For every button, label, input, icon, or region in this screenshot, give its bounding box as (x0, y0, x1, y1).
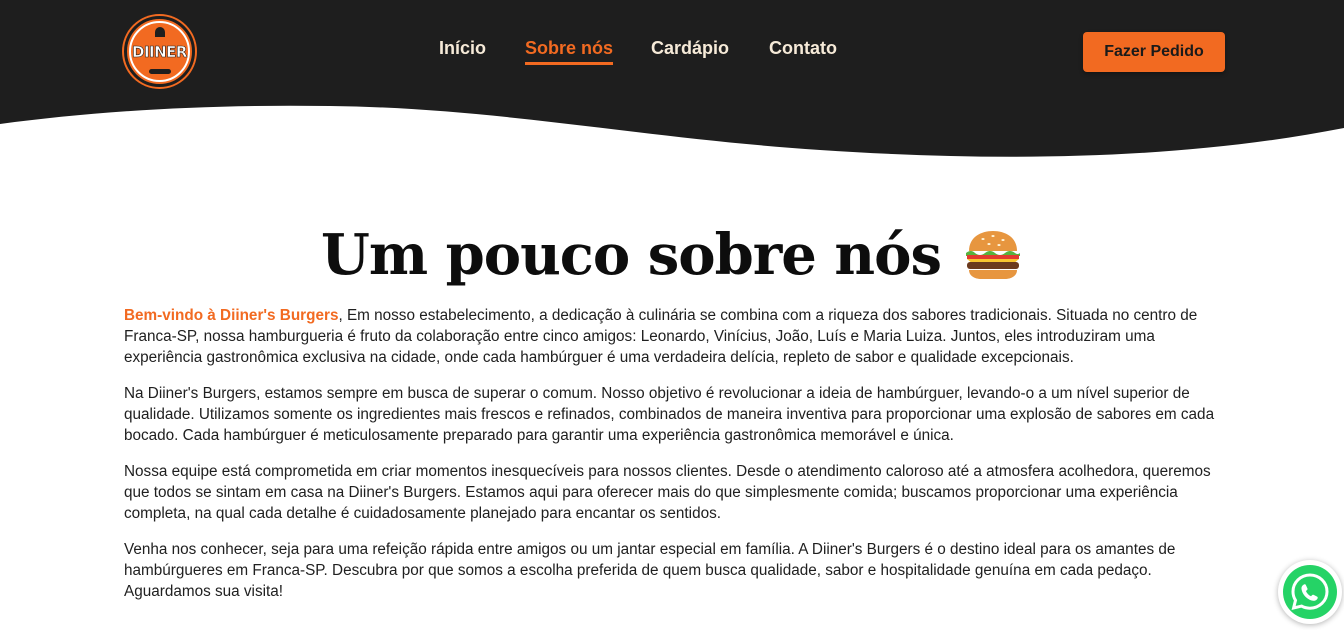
order-button[interactable]: Fazer Pedido (1083, 32, 1225, 72)
logo-plate-icon (148, 69, 171, 74)
paragraph-intro: Bem-vindo à Diiner's Burgers, Em nosso e… (124, 305, 1220, 368)
nav-item-cardapio[interactable]: Cardápio (651, 38, 729, 59)
logo-text: DIINER (132, 42, 188, 61)
logo-badge: DIINER (129, 21, 190, 82)
title-row: Um pouco sobre nós (0, 222, 1344, 288)
logo[interactable]: DIINER (124, 16, 195, 87)
paragraph-2: Na Diiner's Burgers, estamos sempre em b… (124, 385, 1215, 444)
site-header: DIINER Início Sobre nós Cardápio Contato… (0, 0, 1344, 160)
burger-icon (966, 231, 1020, 279)
nav-item-contato[interactable]: Contato (769, 38, 837, 59)
paragraph-4: Venha nos conhecer, seja para uma refeiç… (124, 541, 1176, 600)
header-wave-background (0, 0, 1344, 157)
page-title: Um pouco sobre nós (320, 222, 942, 288)
whatsapp-button[interactable] (1278, 560, 1342, 624)
whatsapp-icon (1283, 565, 1337, 619)
about-text: Bem-vindo à Diiner's Burgers, Em nosso e… (124, 305, 1220, 617)
paragraph-3: Nossa equipe está comprometida em criar … (124, 463, 1211, 522)
welcome-highlight: Bem-vindo à Diiner's Burgers (124, 307, 339, 324)
nav-item-sobre-nos[interactable]: Sobre nós (525, 38, 614, 65)
logo-fork-icon (154, 27, 165, 37)
nav-item-inicio[interactable]: Início (439, 38, 486, 59)
